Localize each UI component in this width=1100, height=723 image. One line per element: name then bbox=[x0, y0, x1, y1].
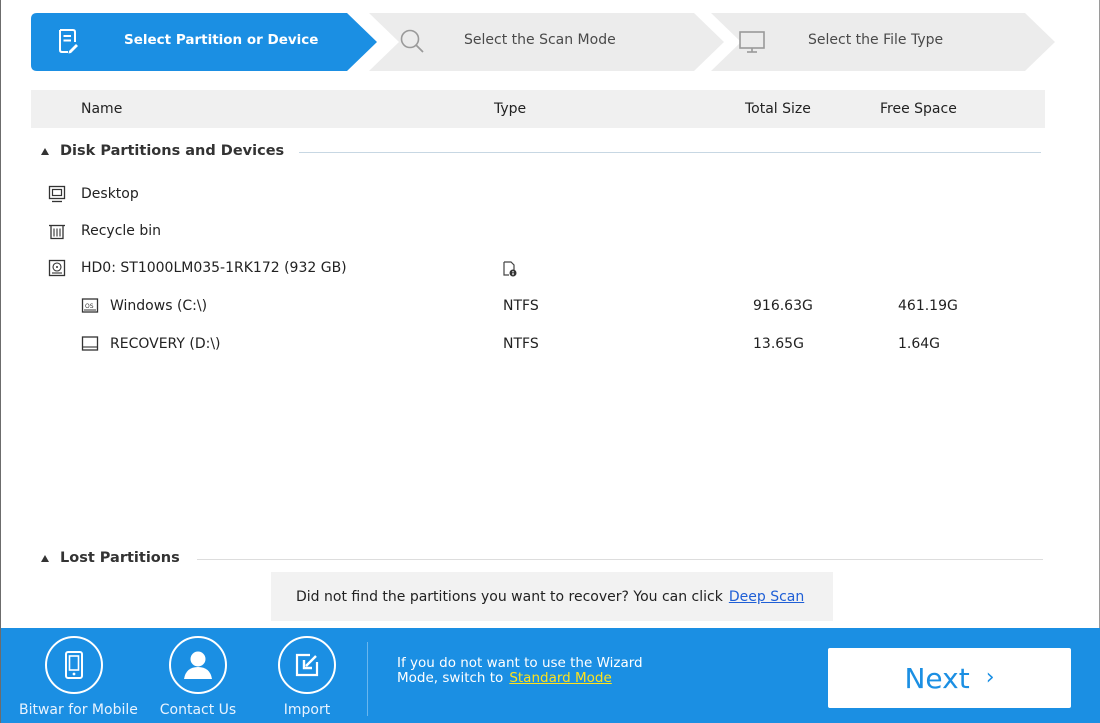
wizard-text-line2: Mode, switch to bbox=[397, 670, 504, 686]
os-drive-icon: OS bbox=[81, 297, 99, 319]
collapse-triangle-icon bbox=[41, 555, 49, 562]
step-label: Select Partition or Device bbox=[124, 32, 319, 48]
divider bbox=[197, 559, 1043, 560]
section-title: Disk Partitions and Devices bbox=[60, 143, 285, 159]
item-total-size: 13.65G bbox=[753, 336, 804, 352]
step-label: Select the File Type bbox=[808, 32, 944, 48]
contact-us-button[interactable]: Contact Us bbox=[143, 636, 253, 722]
button-label: Contact Us bbox=[159, 702, 237, 718]
wizard-text-line1: If you do not want to use the Wizard bbox=[397, 655, 643, 671]
item-name: Windows (C:\) bbox=[110, 298, 208, 314]
section-lost-partitions[interactable]: Lost Partitions bbox=[41, 550, 180, 566]
person-icon bbox=[169, 636, 227, 694]
wizard-steps: Select Partition or Device Select the Sc… bbox=[31, 13, 1055, 71]
item-type: NTFS bbox=[503, 336, 539, 352]
monitor-icon bbox=[738, 28, 766, 58]
step-file-type[interactable]: Select the File Type bbox=[711, 13, 1055, 71]
button-label: Bitwar for Mobile bbox=[19, 702, 138, 718]
bitwar-mobile-button[interactable]: Bitwar for Mobile bbox=[19, 636, 138, 722]
list-item-desktop[interactable]: Desktop bbox=[31, 177, 1045, 213]
item-name: Desktop bbox=[81, 186, 139, 202]
import-icon bbox=[278, 636, 336, 694]
app-window: Select Partition or Device Select the Sc… bbox=[0, 0, 1100, 723]
chevron-right-icon: › bbox=[985, 664, 995, 690]
divider bbox=[299, 152, 1041, 153]
hard-disk-icon bbox=[48, 259, 66, 281]
column-type[interactable]: Type bbox=[494, 101, 526, 117]
section-title: Lost Partitions bbox=[60, 550, 180, 566]
divider bbox=[367, 642, 368, 716]
mobile-phone-icon bbox=[45, 636, 103, 694]
document-edit-icon bbox=[57, 28, 79, 58]
item-free-space: 461.19G bbox=[898, 298, 958, 314]
next-label: Next bbox=[904, 661, 970, 695]
recycle-bin-icon bbox=[48, 222, 66, 244]
item-name: HD0: ST1000LM035-1RK172 (932 GB) bbox=[81, 260, 347, 276]
desktop-icon bbox=[48, 185, 66, 207]
next-button[interactable]: Next › bbox=[828, 648, 1071, 708]
bottom-bar: Bitwar for Mobile Contact Us Import If y… bbox=[1, 628, 1100, 723]
column-header: Name Type Total Size Free Space bbox=[31, 90, 1045, 128]
item-type: NTFS bbox=[503, 298, 539, 314]
import-button[interactable]: Import bbox=[252, 636, 362, 722]
list-item-hd0[interactable]: HD0: ST1000LM035-1RK172 (932 GB) bbox=[31, 251, 1045, 287]
list-item-recovery-d[interactable]: RECOVERY (D:\) NTFS 13.65G 1.64G bbox=[31, 327, 1045, 363]
list-item-windows-c[interactable]: OS Windows (C:\) NTFS 916.63G 461.19G bbox=[31, 289, 1045, 325]
column-name[interactable]: Name bbox=[81, 101, 122, 117]
svg-text:OS: OS bbox=[85, 303, 94, 310]
drive-icon bbox=[81, 335, 99, 357]
item-name: Recycle bin bbox=[81, 223, 161, 239]
wizard-mode-text: If you do not want to use the Wizard Mod… bbox=[397, 656, 643, 686]
search-icon bbox=[399, 28, 425, 58]
step-select-partition[interactable]: Select Partition or Device bbox=[31, 13, 379, 71]
standard-mode-link[interactable]: Standard Mode bbox=[509, 670, 612, 686]
step-label: Select the Scan Mode bbox=[464, 32, 616, 48]
list-item-recycle-bin[interactable]: Recycle bin bbox=[31, 214, 1045, 250]
button-label: Import bbox=[283, 702, 331, 718]
deep-scan-notice: Did not find the partitions you want to … bbox=[271, 572, 833, 621]
item-name: RECOVERY (D:\) bbox=[110, 336, 221, 352]
step-scan-mode[interactable]: Select the Scan Mode bbox=[369, 13, 724, 71]
notice-text: Did not find the partitions you want to … bbox=[296, 589, 723, 605]
column-total-size[interactable]: Total Size bbox=[745, 101, 811, 117]
section-disk-partitions[interactable]: Disk Partitions and Devices bbox=[41, 143, 284, 159]
collapse-triangle-icon bbox=[41, 148, 49, 155]
column-free-space[interactable]: Free Space bbox=[880, 101, 957, 117]
deep-scan-link[interactable]: Deep Scan bbox=[729, 589, 804, 605]
item-free-space: 1.64G bbox=[898, 336, 941, 352]
item-total-size: 916.63G bbox=[753, 298, 813, 314]
disk-info-icon[interactable] bbox=[503, 261, 517, 281]
